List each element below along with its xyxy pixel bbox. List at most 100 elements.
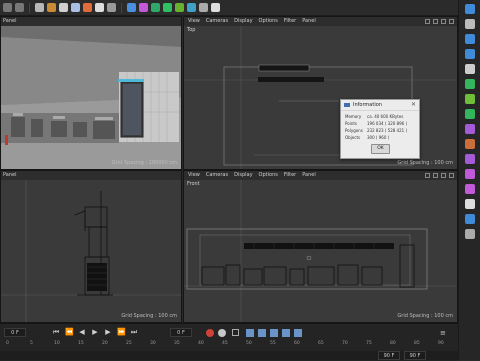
next-key-icon[interactable]: ⏩	[117, 328, 126, 336]
volume-icon[interactable]	[464, 49, 475, 59]
auto-key-icon[interactable]	[218, 329, 226, 337]
zoom-view-icon[interactable]	[433, 19, 438, 24]
pen-icon[interactable]	[139, 3, 148, 12]
camera-icon[interactable]	[199, 3, 208, 12]
tag-icon[interactable]	[464, 124, 475, 134]
timeline-panel: 0 F ⏮ ⏪ ◀ ▶ ▶ ⏩ ⏭ 0 F ≡ 0 5 10 15 20 25 …	[0, 323, 458, 361]
menu-panel[interactable]: Panel	[302, 171, 316, 180]
environment-icon[interactable]	[187, 3, 196, 12]
viewport-nav-icons	[425, 171, 457, 180]
select-icon[interactable]	[35, 3, 44, 12]
move-key-icon[interactable]	[246, 329, 254, 337]
start-frame-field[interactable]: 0 F	[170, 328, 192, 337]
cloner-icon[interactable]	[163, 3, 172, 12]
move-view-icon[interactable]	[425, 19, 430, 24]
end-frame-field[interactable]: 90 F	[378, 351, 400, 360]
information-dialog: Information ✕ Memory ca. 40 600 KBytes Po…	[340, 99, 420, 159]
menu-filter[interactable]: Filter	[284, 17, 296, 26]
timeline-ruler[interactable]: 0 5 10 15 20 25 30 35 40 45 50 55 60 65 …	[0, 341, 458, 349]
current-frame-field[interactable]: 0 F	[4, 328, 26, 337]
camera-icon[interactable]	[464, 154, 475, 164]
viewport-menubar: View Cameras Display Options Filter Pane…	[184, 171, 457, 180]
mograph-icon[interactable]	[464, 79, 475, 89]
scene-icon[interactable]	[464, 139, 475, 149]
render-icon[interactable]	[95, 3, 104, 12]
ruler-tick: 25	[126, 341, 132, 346]
deformer-icon[interactable]	[464, 94, 475, 104]
text-icon[interactable]	[464, 64, 475, 74]
redo-icon[interactable]	[15, 3, 24, 12]
prev-frame-icon[interactable]: ◀	[78, 328, 86, 336]
front-viewport[interactable]: View Cameras Display Options Filter Pane…	[183, 170, 458, 323]
move-icon[interactable]	[47, 3, 56, 12]
menu-cameras[interactable]: Cameras	[206, 17, 228, 26]
render-settings-icon[interactable]	[107, 3, 116, 12]
menu-panel[interactable]: Panel	[302, 17, 316, 26]
max-frame-field[interactable]: 90 F	[404, 351, 426, 360]
rotate-key-icon[interactable]	[258, 329, 266, 337]
menu-view[interactable]: View	[188, 17, 200, 26]
perspective-viewport[interactable]: Panel Grid Spacing : 100000 cm	[0, 16, 182, 170]
close-icon[interactable]: ✕	[411, 100, 416, 110]
scale-icon[interactable]	[59, 3, 68, 12]
maximize-view-icon[interactable]	[449, 19, 454, 24]
ruler-tick: 5	[30, 341, 33, 346]
light-icon[interactable]	[211, 3, 220, 12]
keyframe-icon[interactable]	[232, 329, 239, 336]
next-frame-icon[interactable]: ▶	[104, 328, 112, 336]
rotate-view-icon[interactable]	[441, 173, 446, 178]
floor-icon[interactable]	[464, 184, 475, 194]
light-icon[interactable]	[464, 169, 475, 179]
zoom-view-icon[interactable]	[433, 173, 438, 178]
first-frame-icon[interactable]: ⏮	[52, 328, 60, 336]
right-viewport[interactable]: Panel Grid Spacing : 100 cm	[0, 170, 182, 323]
menu-options[interactable]: Options	[259, 17, 278, 26]
ok-button[interactable]: OK	[371, 144, 390, 154]
deformer-icon[interactable]	[175, 3, 184, 12]
cube-icon[interactable]	[464, 4, 475, 14]
cube-icon[interactable]	[127, 3, 136, 12]
pen-icon[interactable]	[464, 19, 475, 29]
menu-panel[interactable]: Panel	[3, 17, 17, 26]
viewport-menubar: Panel	[1, 17, 181, 26]
grid-spacing-label: Grid Spacing : 100000 cm	[111, 160, 177, 166]
render-icon[interactable]	[464, 229, 475, 239]
menu-display[interactable]: Display	[234, 17, 252, 26]
pla-key-icon[interactable]	[294, 329, 302, 337]
prev-key-icon[interactable]: ⏪	[65, 328, 74, 336]
last-frame-icon[interactable]: ⏭	[130, 328, 138, 336]
viewport-name: Front	[187, 181, 200, 187]
dialog-titlebar[interactable]: Information ✕	[341, 100, 419, 111]
menu-filter[interactable]: Filter	[284, 171, 296, 180]
maximize-view-icon[interactable]	[449, 173, 454, 178]
scale-key-icon[interactable]	[270, 329, 278, 337]
play-icon[interactable]: ▶	[91, 328, 99, 336]
field-icon[interactable]	[464, 109, 475, 119]
viewport-menubar: Panel	[1, 171, 181, 180]
ruler-tick: 40	[198, 341, 204, 346]
material-icon[interactable]	[464, 214, 475, 224]
rotate-icon[interactable]	[71, 3, 80, 12]
subdivision-icon[interactable]	[151, 3, 160, 12]
menu-cameras[interactable]: Cameras	[206, 171, 228, 180]
param-key-icon[interactable]	[282, 329, 290, 337]
info-key: Memory	[345, 114, 362, 119]
dialog-title: Information	[353, 102, 382, 108]
undo-icon[interactable]	[3, 3, 12, 12]
info-value: ca. 40 600 KBytes	[367, 114, 404, 119]
frame-range-bar[interactable]: 90 F 90 F	[0, 351, 458, 360]
sky-icon[interactable]	[464, 199, 475, 209]
move-view-icon[interactable]	[425, 173, 430, 178]
menu-view[interactable]: View	[188, 171, 200, 180]
info-row: Points 196 034 ( 320 896 )	[341, 120, 419, 127]
coordinate-icon[interactable]	[83, 3, 92, 12]
record-icon[interactable]	[206, 329, 214, 337]
menu-icon[interactable]: ≡	[440, 329, 450, 337]
menu-display[interactable]: Display	[234, 171, 252, 180]
nurbs-icon[interactable]	[464, 34, 475, 44]
rotate-view-icon[interactable]	[441, 19, 446, 24]
menu-options[interactable]: Options	[259, 171, 278, 180]
menu-panel[interactable]: Panel	[3, 171, 17, 180]
info-row: Polygons 232 823 ( 528 421 )	[341, 127, 419, 134]
grid-spacing-label: Grid Spacing : 100 cm	[397, 160, 453, 166]
